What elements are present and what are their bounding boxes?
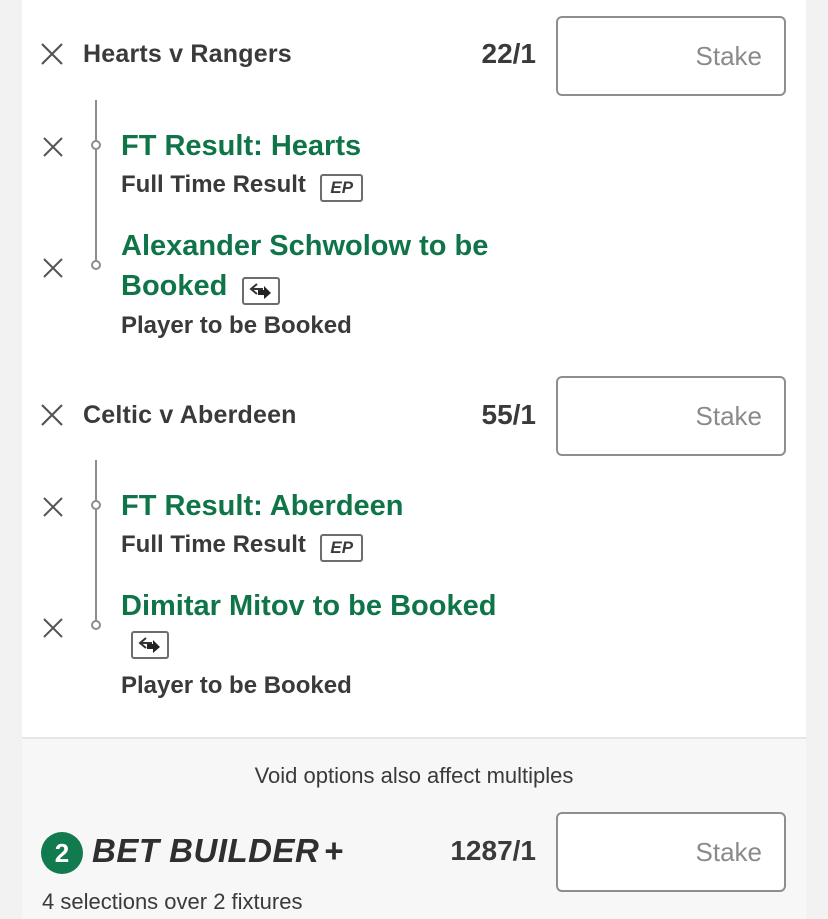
void-options-note: Void options also affect multiples xyxy=(254,763,574,788)
selection-node xyxy=(91,260,101,270)
selection-title-line1: Alexander Schwolow to be xyxy=(121,230,489,262)
remove-fixture-close-icon[interactable] xyxy=(40,42,64,66)
remove-selection-close-icon[interactable] xyxy=(42,617,64,639)
selection-title: Dimitar Mitov to be Booked xyxy=(121,590,497,622)
selection-connector-line xyxy=(95,460,97,626)
selection-node xyxy=(91,500,101,510)
bet-builder-footer: Void options also affect multiples 2 BET… xyxy=(22,739,806,919)
selection-market-row: Full Time Result EP xyxy=(121,171,364,202)
selection-market-row: Full Time Result EP xyxy=(121,531,364,562)
selection-market: Full Time Result xyxy=(121,171,306,198)
selection-title-line2-row: Booked xyxy=(121,266,280,306)
swap-icon xyxy=(241,276,280,305)
bet-builder-title-row: BET BUILDER + xyxy=(92,832,344,870)
fixture-title: Hearts v Rangers xyxy=(83,40,292,68)
remove-fixture-close-icon[interactable] xyxy=(40,403,64,427)
early-payout-badge: EP xyxy=(320,533,364,562)
bet-builder-plus: + xyxy=(323,832,344,869)
fixture-odds: 22/1 xyxy=(481,38,537,69)
bet-builder-odds: 1287/1 xyxy=(450,835,536,866)
remove-selection-close-icon[interactable] xyxy=(42,136,64,158)
bet-builder-title: BET BUILDER xyxy=(92,832,320,869)
selection-market: Player to be Booked xyxy=(121,312,352,339)
fixture-title: Celtic v Aberdeen xyxy=(83,401,297,429)
fixture-stake-input[interactable] xyxy=(556,376,786,456)
remove-selection-close-icon[interactable] xyxy=(42,496,64,518)
selection-count-badge: 2 xyxy=(41,832,83,874)
selection-title: FT Result: Aberdeen xyxy=(121,490,404,522)
selection-title: FT Result: Hearts xyxy=(121,130,362,162)
remove-selection-close-icon[interactable] xyxy=(42,257,64,279)
fixture-stake-input[interactable] xyxy=(556,16,786,96)
early-payout-badge: EP xyxy=(320,173,364,202)
bet-slip-panel: Hearts v Rangers 22/1 FT Result: Hearts … xyxy=(22,0,806,919)
selection-market: Full Time Result xyxy=(121,531,306,558)
selection-title-line2: Booked xyxy=(121,270,228,302)
selection-node xyxy=(91,620,101,630)
bet-builder-subtitle: 4 selections over 2 fixtures xyxy=(42,889,303,914)
fixture-odds: 55/1 xyxy=(481,399,537,430)
bet-builder-stake-input[interactable] xyxy=(556,812,786,892)
selection-market: Player to be Booked xyxy=(121,672,352,699)
selection-connector-line xyxy=(95,100,97,266)
swap-icon xyxy=(131,631,169,659)
selection-node xyxy=(91,140,101,150)
